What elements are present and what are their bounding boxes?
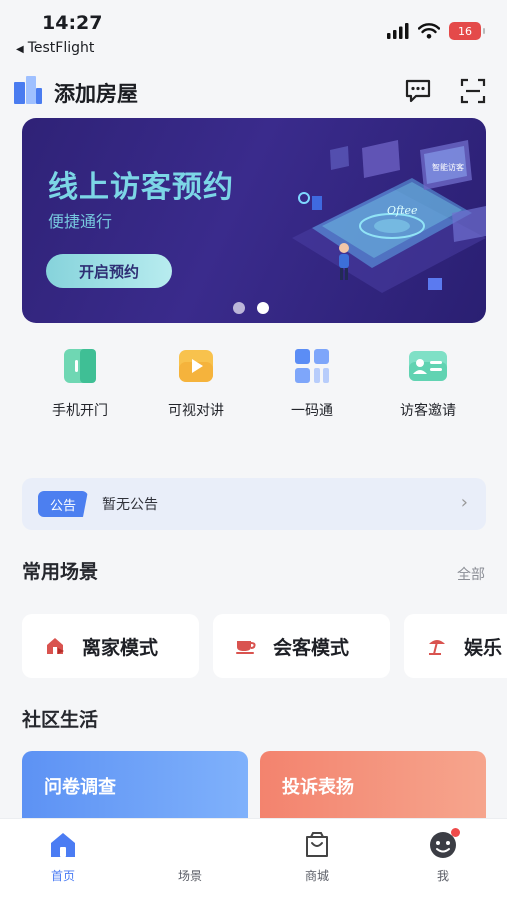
quick-action-mobile-door[interactable]: 手机开门 bbox=[25, 346, 135, 420]
promo-banner[interactable]: Oftee 智能访客 线上访客预约 便捷通行 开启预约 bbox=[22, 118, 486, 323]
tab-home[interactable]: 首页 bbox=[23, 829, 103, 884]
message-icon bbox=[405, 79, 431, 103]
wifi-icon bbox=[418, 23, 440, 39]
status-time: 14:27 bbox=[42, 12, 103, 34]
scene-icon bbox=[150, 829, 230, 859]
grid-code-icon bbox=[292, 346, 332, 386]
smart-visitor-illustration: Oftee 智能访客 bbox=[292, 140, 486, 293]
scenes-section-title: 常用场景 bbox=[22, 561, 99, 583]
notice-bar[interactable]: 公告 暂无公告 › bbox=[22, 478, 486, 530]
signal-icon bbox=[387, 23, 409, 39]
scene-card-leave-home[interactable]: 离家模式 bbox=[22, 614, 199, 678]
home-icon bbox=[23, 829, 103, 859]
scan-button[interactable] bbox=[458, 76, 488, 106]
scenes-view-all-link[interactable]: 全部 bbox=[457, 564, 485, 584]
notice-text: 暂无公告 bbox=[102, 497, 158, 513]
scene-list: 离家模式 会客模式 娱乐 bbox=[0, 614, 507, 678]
tab-label: 商城 bbox=[304, 869, 329, 883]
quick-actions: 手机开门 可视对讲 一码通 访客邀请 bbox=[0, 346, 507, 426]
notice-tag: 公告 bbox=[38, 491, 88, 517]
art-text-1: Oftee bbox=[387, 204, 418, 217]
quick-action-label: 可视对讲 bbox=[168, 403, 224, 419]
back-arrow-icon: ◀ bbox=[16, 44, 24, 55]
quick-action-label: 手机开门 bbox=[52, 403, 108, 419]
video-play-icon bbox=[176, 346, 216, 386]
page-title: 添加房屋 bbox=[54, 82, 138, 106]
tab-scene[interactable]: 场景 bbox=[150, 829, 230, 884]
chevron-right-icon: › bbox=[460, 492, 468, 513]
back-to-testflight[interactable]: ◀ TestFlight bbox=[16, 40, 94, 56]
bottom-tab-bar: 首页 场景 商城 我 bbox=[0, 818, 507, 900]
door-icon bbox=[60, 346, 100, 386]
quick-action-video-intercom[interactable]: 可视对讲 bbox=[141, 346, 251, 420]
scan-icon bbox=[460, 78, 486, 104]
quick-action-one-code[interactable]: 一码通 bbox=[257, 346, 367, 420]
banner-title: 线上访客预约 bbox=[48, 170, 234, 205]
building-logo-icon bbox=[12, 74, 44, 110]
beach-umbrella-icon bbox=[426, 635, 448, 657]
visitor-card-icon bbox=[408, 346, 448, 386]
carousel-dot-1[interactable] bbox=[233, 302, 245, 314]
tab-label: 我 bbox=[436, 869, 449, 883]
scene-label: 离家模式 bbox=[82, 636, 159, 659]
quick-action-label: 访客邀请 bbox=[400, 403, 456, 419]
app-header: 添加房屋 bbox=[0, 62, 507, 118]
shopping-bag-icon bbox=[277, 829, 357, 859]
back-label: TestFlight bbox=[27, 40, 95, 56]
quick-action-visitor-invite[interactable]: 访客邀请 bbox=[373, 346, 483, 420]
community-card-title: 投诉表扬 bbox=[282, 777, 354, 798]
start-reservation-button[interactable]: 开启预约 bbox=[46, 254, 172, 288]
scene-card-meeting[interactable]: 会客模式 bbox=[213, 614, 390, 678]
notification-dot bbox=[451, 828, 460, 837]
tab-mall[interactable]: 商城 bbox=[277, 829, 357, 884]
status-bar: 14:27 ◀ TestFlight 16 bbox=[0, 0, 507, 62]
leave-home-icon bbox=[44, 635, 66, 657]
battery-icon: 16 bbox=[449, 22, 485, 40]
message-button[interactable] bbox=[403, 76, 433, 106]
scene-label: 会客模式 bbox=[273, 636, 350, 659]
art-text-2: 智能访客 bbox=[432, 162, 464, 172]
scene-card-entertainment[interactable]: 娱乐 bbox=[404, 614, 507, 678]
tab-label: 场景 bbox=[177, 869, 202, 883]
status-icons: 16 bbox=[387, 22, 485, 40]
community-section-title: 社区生活 bbox=[22, 709, 99, 731]
carousel-dot-2[interactable] bbox=[257, 302, 269, 314]
tea-cup-icon bbox=[235, 635, 257, 657]
carousel-indicator bbox=[233, 302, 269, 314]
profile-face-icon bbox=[403, 828, 483, 859]
tab-me[interactable]: 我 bbox=[403, 828, 483, 884]
quick-action-label: 一码通 bbox=[291, 403, 333, 419]
tab-label: 首页 bbox=[50, 869, 75, 883]
scene-label: 娱乐 bbox=[464, 636, 503, 659]
community-card-title: 问卷调查 bbox=[44, 777, 116, 798]
banner-subtitle: 便捷通行 bbox=[48, 212, 113, 231]
